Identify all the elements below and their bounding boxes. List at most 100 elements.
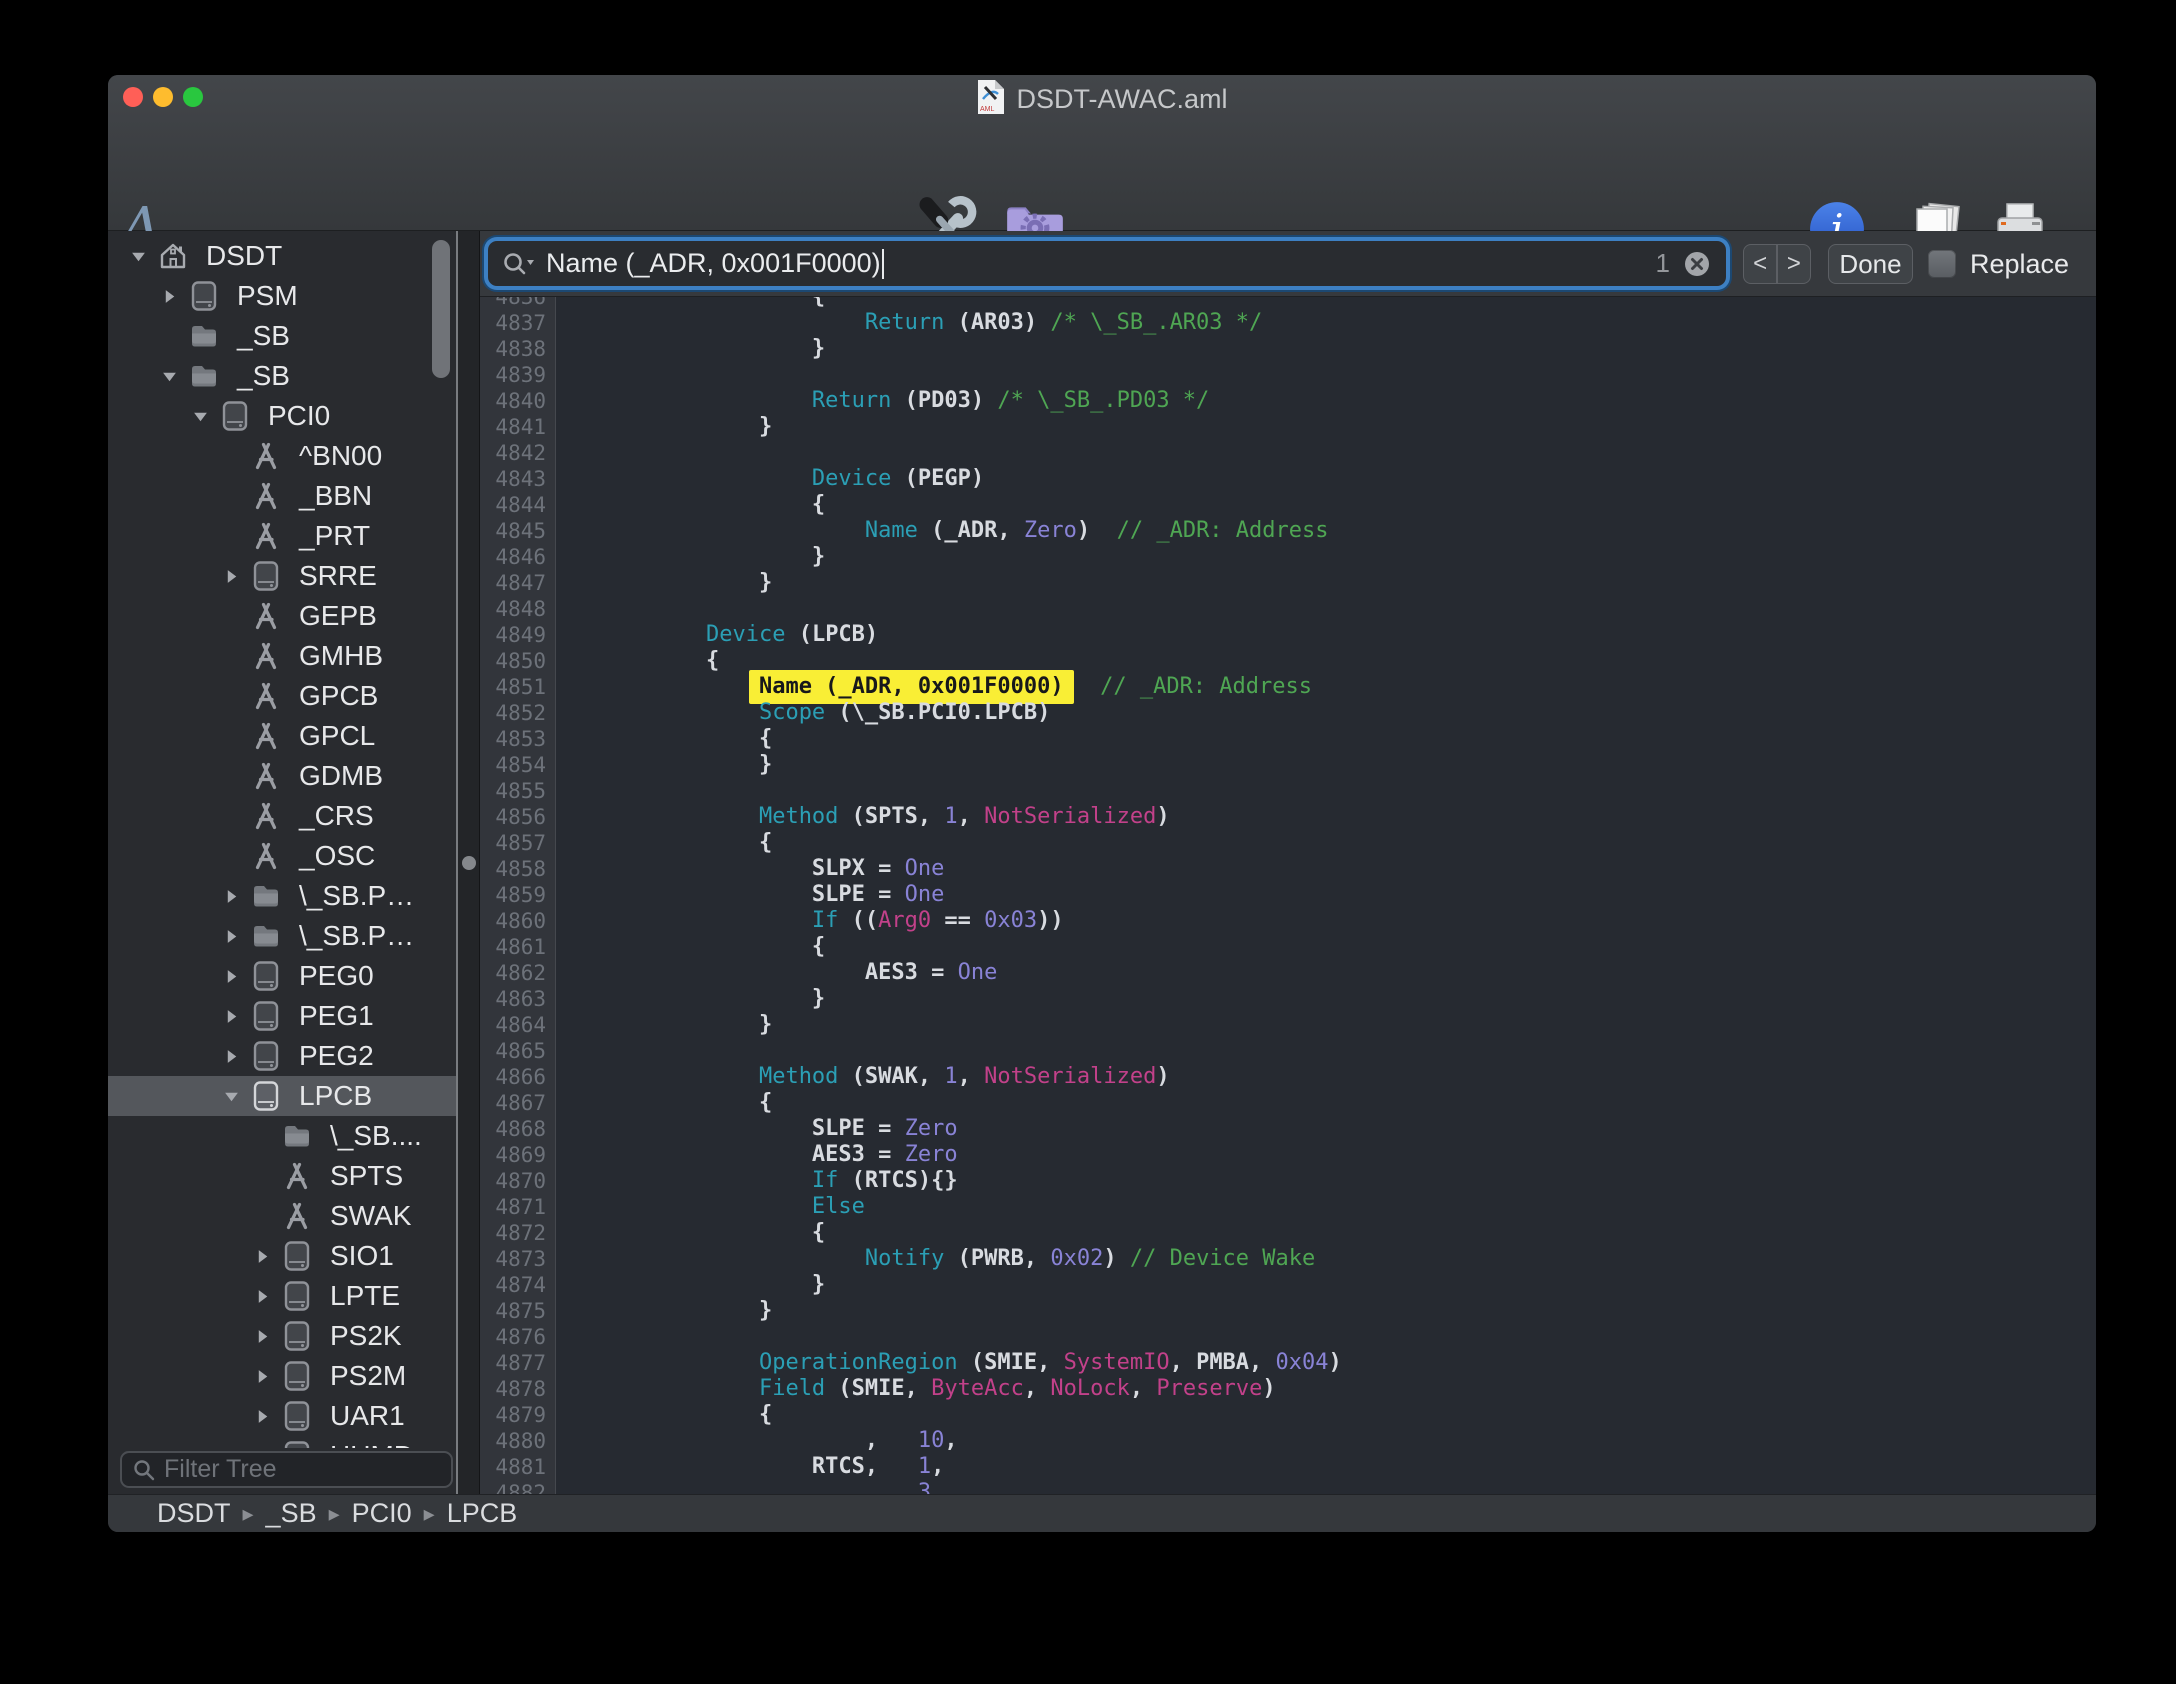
code-line[interactable]: 4855 (480, 778, 2096, 804)
sidebar-splitter[interactable] (456, 231, 480, 1494)
tree-item-sbp[interactable]: \_SB.P… (108, 916, 456, 956)
sidebar-scrollbar[interactable] (432, 240, 450, 378)
code-line[interactable]: 4866 Method (SWAK, 1, NotSerialized) (480, 1064, 2096, 1090)
code-line[interactable]: 4843 Device (PEGP) (480, 466, 2096, 492)
code-line[interactable]: 4879 { (480, 1402, 2096, 1428)
code-line[interactable]: 4854 } (480, 752, 2096, 778)
tree-item-pci0[interactable]: PCI0 (108, 396, 456, 436)
tree-item-crs[interactable]: _CRS (108, 796, 456, 836)
code-line[interactable]: 4871 Else (480, 1194, 2096, 1220)
filter-tree-input[interactable] (164, 1455, 424, 1484)
code-line[interactable]: 4849 Device (LPCB) (480, 622, 2096, 648)
code-line[interactable]: 4838 } (480, 336, 2096, 362)
done-button[interactable]: Done (1828, 244, 1913, 284)
breadcrumb-item-lpcb[interactable]: LPCB (447, 1498, 518, 1529)
tree-item-lpcb[interactable]: LPCB (108, 1076, 456, 1116)
code-line[interactable]: 4858 SLPX = One (480, 856, 2096, 882)
code-line[interactable]: 4881 RTCS, 1, (480, 1454, 2096, 1480)
tree-item-gepb[interactable]: GEPB (108, 596, 456, 636)
breadcrumb-item-dsdt[interactable]: DSDT (157, 1498, 231, 1529)
disclosure-expanded-icon[interactable] (130, 248, 156, 264)
splitter-handle[interactable] (462, 856, 476, 870)
find-next-button[interactable]: > (1778, 250, 1810, 278)
tree-item-gdmb[interactable]: GDMB (108, 756, 456, 796)
code-line[interactable]: 4856 Method (SPTS, 1, NotSerialized) (480, 804, 2096, 830)
tree-item-sio1[interactable]: SIO1 (108, 1236, 456, 1276)
tree-item-osc[interactable]: _OSC (108, 836, 456, 876)
code-line[interactable]: 4880 , 10, (480, 1428, 2096, 1454)
code-line[interactable]: 4837 Return (AR03) /* \_SB_.AR03 */ (480, 310, 2096, 336)
code-line[interactable]: 4865 (480, 1038, 2096, 1064)
tree-item-gpcb[interactable]: GPCB (108, 676, 456, 716)
code-line[interactable]: 4840 Return (PD03) /* \_SB_.PD03 */ (480, 388, 2096, 414)
tree-item-lpte[interactable]: LPTE (108, 1276, 456, 1316)
tree-item-srre[interactable]: SRRE (108, 556, 456, 596)
tree-item-peg1[interactable]: PEG1 (108, 996, 456, 1036)
code-line[interactable]: 4851 Name (_ADR, 0x001F0000) // _ADR: Ad… (480, 674, 2096, 700)
code-line[interactable]: 4862 AES3 = One (480, 960, 2096, 986)
tree-item-gmhb[interactable]: GMHB (108, 636, 456, 676)
code-line[interactable]: 4846 } (480, 544, 2096, 570)
tree-item-bn00[interactable]: ^BN00 (108, 436, 456, 476)
disclosure-collapsed-icon[interactable] (223, 1048, 249, 1064)
tree-item-psm[interactable]: PSM (108, 276, 456, 316)
breadcrumb-item-pci0[interactable]: PCI0 (352, 1498, 412, 1529)
code-line[interactable]: 4870 If (RTCS){} (480, 1168, 2096, 1194)
code-line[interactable]: 4852 Scope (\_SB.PCI0.LPCB) (480, 700, 2096, 726)
tree-item-sbp[interactable]: \_SB.P… (108, 876, 456, 916)
code-line[interactable]: 4844 { (480, 492, 2096, 518)
disclosure-collapsed-icon[interactable] (161, 288, 187, 304)
tree-item-sb[interactable]: \_SB.... (108, 1116, 456, 1156)
replace-checkbox[interactable] (1928, 250, 1956, 278)
code-line[interactable]: 4868 SLPE = Zero (480, 1116, 2096, 1142)
disclosure-expanded-icon[interactable] (223, 1088, 249, 1104)
code-line[interactable]: 4839 (480, 362, 2096, 388)
tree-item-sb[interactable]: _SB (108, 316, 456, 356)
search-field[interactable]: Name (_ADR, 0x001F0000) 1 (488, 241, 1726, 286)
code-line[interactable]: 4853 { (480, 726, 2096, 752)
code-line[interactable]: 4836 { (480, 297, 2096, 310)
tree-item-swak[interactable]: SWAK (108, 1196, 456, 1236)
code-line[interactable]: 4850 { (480, 648, 2096, 674)
code-line[interactable]: 4869 AES3 = Zero (480, 1142, 2096, 1168)
code-line[interactable]: 4859 SLPE = One (480, 882, 2096, 908)
code-line[interactable]: 4873 Notify (PWRB, 0x02) // Device Wake (480, 1246, 2096, 1272)
tree-item-peg2[interactable]: PEG2 (108, 1036, 456, 1076)
code-line[interactable]: 4848 (480, 596, 2096, 622)
tree-item-peg0[interactable]: PEG0 (108, 956, 456, 996)
disclosure-collapsed-icon[interactable] (223, 888, 249, 904)
tree-item-ps2m[interactable]: PS2M (108, 1356, 456, 1396)
code-line[interactable]: 4863 } (480, 986, 2096, 1012)
search-input-value[interactable]: Name (_ADR, 0x001F0000) (546, 248, 881, 279)
disclosure-collapsed-icon[interactable] (223, 928, 249, 944)
filter-tree-field[interactable] (120, 1451, 453, 1488)
code-line[interactable]: 4842 (480, 440, 2096, 466)
code-line[interactable]: 4841 } (480, 414, 2096, 440)
code-line[interactable]: 4860 If ((Arg0 == 0x03)) (480, 908, 2096, 934)
code-line[interactable]: 4845 Name (_ADR, Zero) // _ADR: Address (480, 518, 2096, 544)
disclosure-collapsed-icon[interactable] (254, 1248, 280, 1264)
code-line[interactable]: 4864 } (480, 1012, 2096, 1038)
breadcrumb-item-sb[interactable]: _SB (266, 1498, 317, 1529)
tree-item-dsdt[interactable]: DSDT (108, 236, 456, 276)
clear-search-icon[interactable] (1682, 249, 1712, 279)
disclosure-expanded-icon[interactable] (161, 368, 187, 384)
code-line[interactable]: 4857 { (480, 830, 2096, 856)
code-line[interactable]: 4876 (480, 1324, 2096, 1350)
code-line[interactable]: 4882 , 3, (480, 1480, 2096, 1494)
find-previous-button[interactable]: < (1744, 250, 1776, 278)
tree-item-bbn[interactable]: _BBN (108, 476, 456, 516)
disclosure-expanded-icon[interactable] (192, 408, 218, 424)
code-editor[interactable]: 4836 {4837 Return (AR03) /* \_SB_.AR03 *… (480, 297, 2096, 1494)
tree-item-gpcl[interactable]: GPCL (108, 716, 456, 756)
tree-item-sb[interactable]: _SB (108, 356, 456, 396)
disclosure-collapsed-icon[interactable] (254, 1288, 280, 1304)
code-line[interactable]: 4867 { (480, 1090, 2096, 1116)
disclosure-collapsed-icon[interactable] (254, 1368, 280, 1384)
disclosure-collapsed-icon[interactable] (254, 1408, 280, 1424)
tree-item-prt[interactable]: _PRT (108, 516, 456, 556)
disclosure-collapsed-icon[interactable] (223, 968, 249, 984)
disclosure-collapsed-icon[interactable] (223, 1008, 249, 1024)
code-line[interactable]: 4877 OperationRegion (SMIE, SystemIO, PM… (480, 1350, 2096, 1376)
code-line[interactable]: 4878 Field (SMIE, ByteAcc, NoLock, Prese… (480, 1376, 2096, 1402)
